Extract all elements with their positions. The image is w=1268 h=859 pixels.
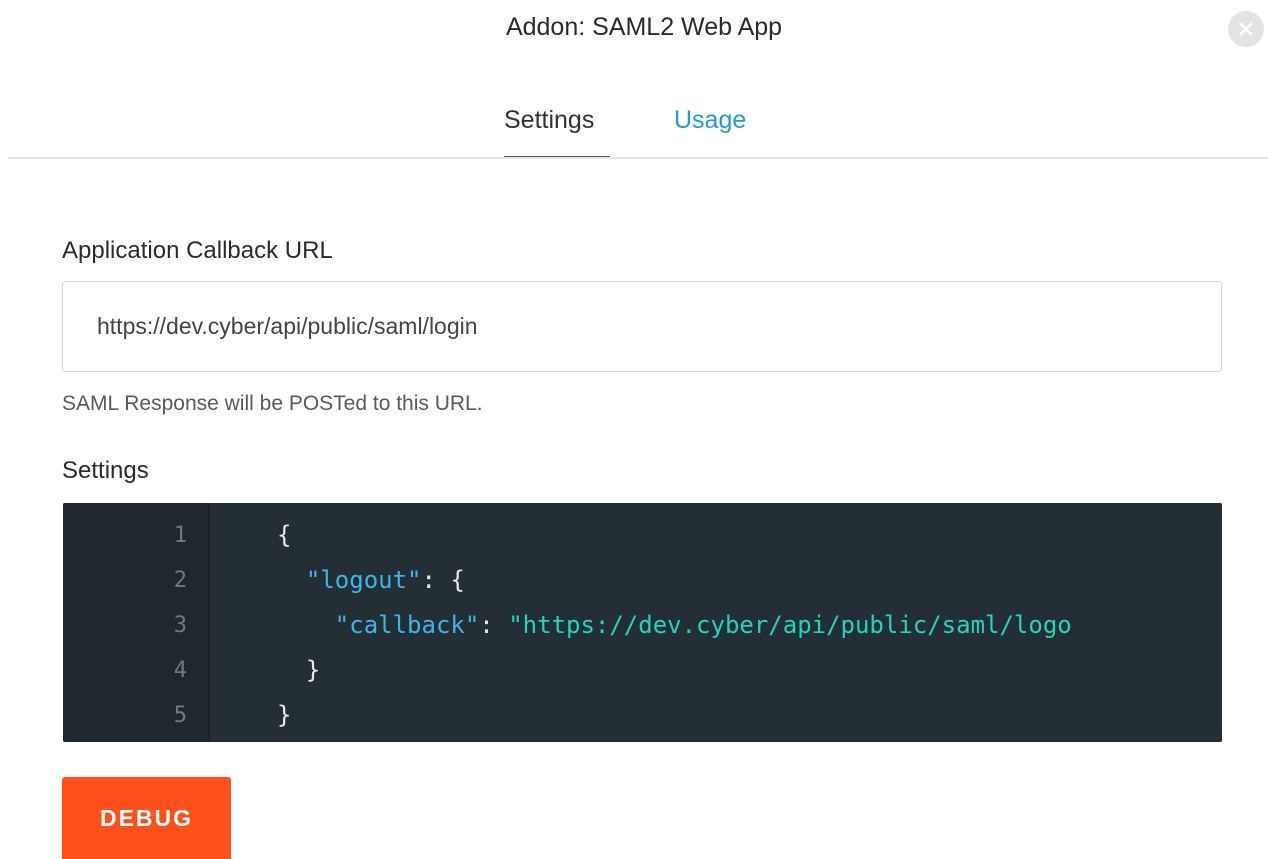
code-text: } [277, 656, 321, 684]
settings-code-editor[interactable]: 1{2 "logout": {3 "callback": "https://de… [63, 503, 1222, 742]
close-button[interactable] [1228, 11, 1264, 47]
code-text: } [277, 701, 292, 729]
code-line: 3 "callback": "https://dev.cyber/api/pub… [63, 603, 1222, 648]
tab-bar: Settings Usage [0, 100, 1268, 159]
callback-url-help: SAML Response will be POSTed to this URL… [62, 392, 483, 415]
line-number: 2 [173, 568, 187, 593]
code-line: 2 "logout": { [63, 558, 1222, 603]
callback-url-label: Application Callback URL [62, 237, 333, 264]
settings-label: Settings [62, 457, 149, 484]
code-line: 4 } [63, 648, 1222, 693]
line-number: 3 [173, 613, 187, 638]
line-number: 1 [173, 523, 187, 548]
tab-settings[interactable]: Settings [504, 100, 594, 140]
tab-usage[interactable]: Usage [674, 100, 746, 140]
code-text: { [277, 521, 292, 549]
dialog-title: Addon: SAML2 Web App [505, 13, 783, 41]
code-line: 5} [63, 693, 1222, 738]
line-number: 4 [173, 658, 187, 683]
line-number: 5 [173, 703, 187, 728]
code-text: "logout": { [305, 566, 465, 594]
tabs-divider [8, 157, 1268, 159]
close-icon [1239, 22, 1253, 36]
code-text: "callback": "https://dev.cyber/api/publi… [334, 611, 1072, 639]
debug-button[interactable]: DEBUG [62, 777, 231, 859]
callback-url-input[interactable] [62, 281, 1222, 372]
code-line: 1{ [63, 513, 1222, 558]
